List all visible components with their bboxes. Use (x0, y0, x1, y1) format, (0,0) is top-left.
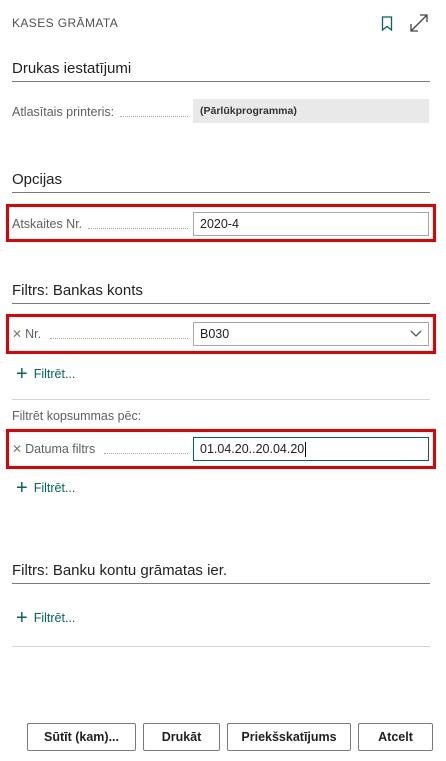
label-leader (88, 228, 188, 229)
section-divider (12, 303, 430, 304)
group-divider (12, 646, 430, 647)
section-title-options: Opcijas (12, 171, 63, 188)
date-filter-label: Datuma filtrs (25, 442, 96, 456)
label-leader (50, 338, 188, 339)
group-divider (12, 399, 430, 400)
section-divider (12, 81, 430, 82)
plus-icon: + (16, 477, 28, 499)
account-no-filter-label: ✕ Nr. (12, 326, 41, 342)
section-divider (12, 192, 430, 193)
cancel-button[interactable]: Atcelt (358, 723, 433, 751)
bookmark-icon[interactable] (376, 12, 398, 34)
chevron-down-icon (410, 327, 422, 341)
date-filter-input[interactable]: 01.04.20..20.04.20 (193, 437, 429, 461)
preview-button[interactable]: Priekšskatījums (227, 723, 351, 751)
add-filter-label: Filtrēt... (33, 611, 76, 625)
add-filter-link[interactable]: + Filtrēt... (16, 608, 75, 628)
account-no-label: Nr. (25, 327, 42, 341)
date-filter-value: 01.04.20..20.04.20 (200, 442, 305, 456)
printer-label: Atlasītais printeris: (12, 105, 115, 119)
section-divider (12, 583, 430, 584)
text-cursor (305, 441, 307, 457)
report-no-input[interactable]: 2020-4 (193, 212, 429, 236)
section-title-filter-ledger: Filtrs: Banku kontu grāmatas ier. (12, 562, 228, 579)
dialog-title: KASES GRĀMATA (12, 16, 119, 30)
add-filter-label: Filtrēt... (33, 481, 76, 495)
send-to-button[interactable]: Sūtīt (kam)... (27, 723, 136, 751)
account-no-select[interactable]: B030 (193, 322, 429, 346)
label-leader (104, 453, 188, 454)
plus-icon: + (16, 607, 28, 629)
add-filter-link[interactable]: + Filtrēt... (16, 364, 75, 384)
print-button[interactable]: Drukāt (143, 723, 220, 751)
add-filter-link[interactable]: + Filtrēt... (16, 478, 75, 498)
report-no-label: Atskaites Nr. (12, 217, 83, 231)
section-title-filter-bank: Filtrs: Bankas konts (12, 282, 143, 299)
remove-filter-icon[interactable]: ✕ (12, 442, 22, 456)
label-leader (120, 116, 188, 117)
printer-field[interactable]: (Pārlūkprogramma) (193, 99, 429, 123)
expand-icon[interactable] (408, 12, 430, 34)
section-title-print-settings: Drukas iestatījumi (12, 60, 132, 77)
totals-filter-header: Filtrēt kopsummas pēc: (12, 409, 142, 423)
date-filter-row-label: ✕ Datuma filtrs (12, 441, 95, 457)
add-filter-label: Filtrēt... (33, 367, 76, 381)
remove-filter-icon[interactable]: ✕ (12, 327, 22, 341)
plus-icon: + (16, 363, 28, 385)
account-no-value: B030 (200, 327, 230, 341)
